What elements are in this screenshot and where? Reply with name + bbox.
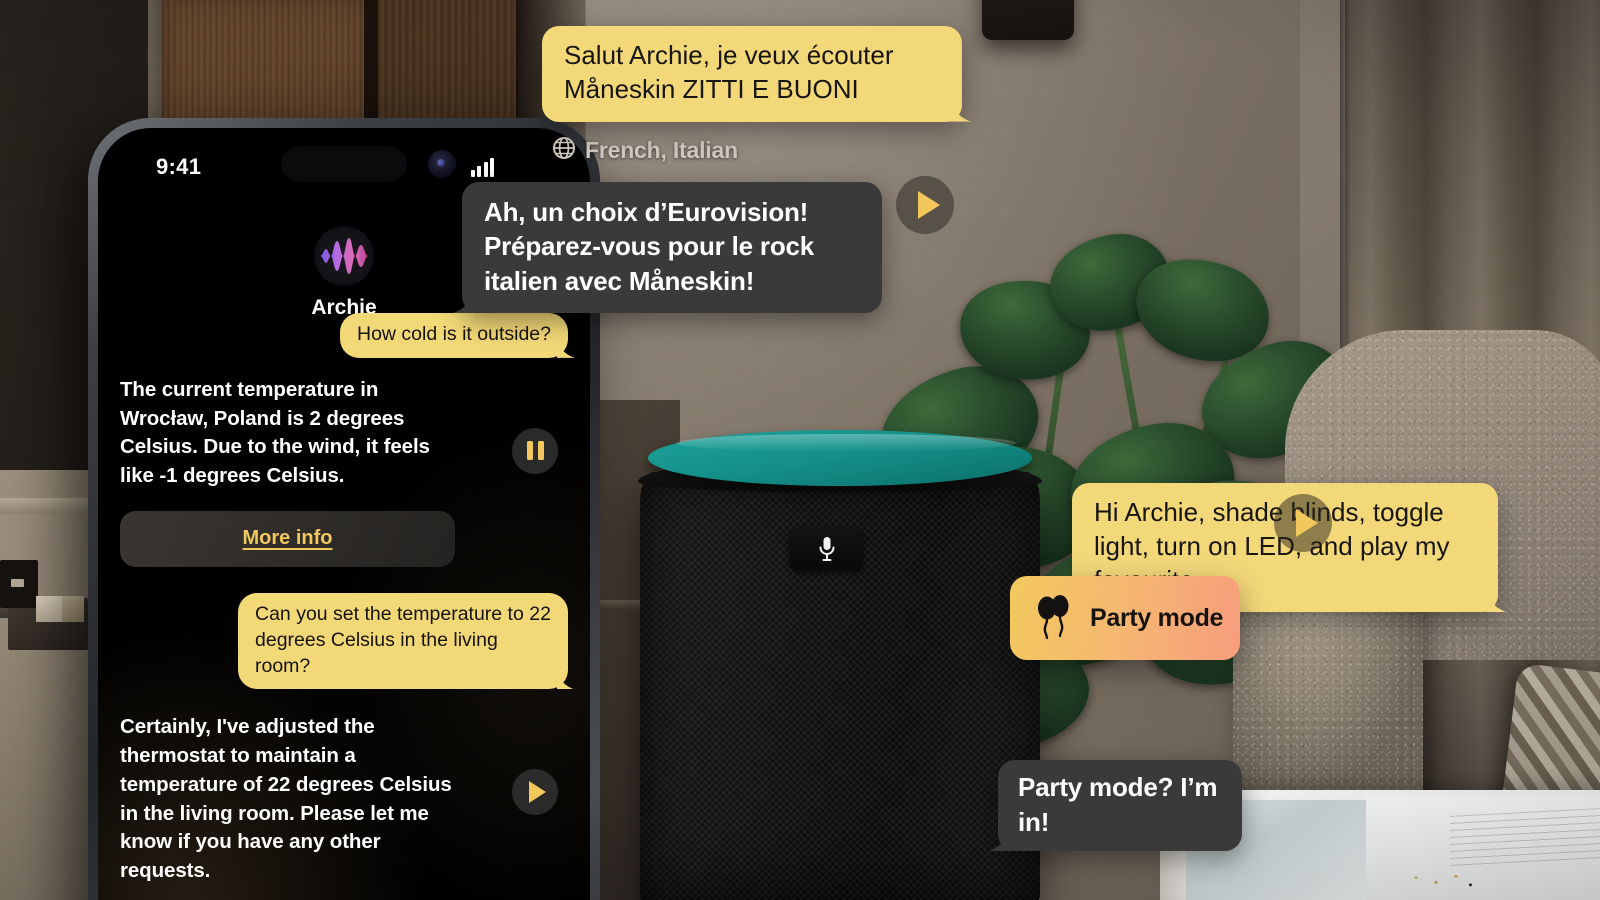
microphone-icon[interactable] <box>790 527 863 571</box>
language-indicator: French, Italian <box>552 136 962 166</box>
play-icon[interactable] <box>512 769 558 816</box>
party-mode-label: Party mode <box>1090 603 1224 632</box>
assistant-message-text: Certainly, I've adjusted the thermostat … <box>120 715 452 882</box>
left-black-box <box>0 560 38 608</box>
cellular-signal-icon <box>470 158 494 177</box>
speaker-top-ring <box>648 430 1032 486</box>
message-row-user: How cold is it outside? <box>120 313 568 358</box>
music-request-bubble[interactable]: Salut Archie, je veux écouter Måneskin Z… <box>542 26 962 122</box>
play-button-party-reply[interactable] <box>1274 494 1332 552</box>
assistant-message-text: The current temperature in Wrocław, Pola… <box>120 377 430 487</box>
message-row-assistant: Certainly, I've adjusted the thermostat … <box>120 713 568 885</box>
book-text-lines <box>1450 808 1600 868</box>
balloons-icon <box>1034 593 1074 644</box>
user-message-bubble[interactable]: How cold is it outside? <box>339 313 568 358</box>
music-reply-bubble[interactable]: Ah, un choix d’Eurovision! Préparez-vous… <box>462 182 882 313</box>
wall-mounted-panel <box>982 0 1074 40</box>
party-mode-card[interactable]: Party mode <box>1010 576 1240 660</box>
more-info-label: More info <box>242 527 333 550</box>
play-button-music-reply[interactable] <box>896 176 954 234</box>
globe-icon <box>552 136 576 166</box>
siri-waveform-icon <box>314 226 374 286</box>
table-snacks <box>1400 868 1480 892</box>
status-bar-time: 9:41 <box>156 154 202 179</box>
user-message-bubble[interactable]: Can you set the temperature to 22 degree… <box>238 592 568 690</box>
left-book-stack-2 <box>62 596 84 622</box>
pause-icon[interactable] <box>512 427 558 474</box>
more-info-button[interactable]: More info <box>120 510 455 567</box>
music-request-bubble-group: Salut Archie, je veux écouter Måneskin Z… <box>542 26 962 166</box>
message-row-user: Can you set the temperature to 22 degree… <box>120 592 568 690</box>
dynamic-island <box>281 146 407 182</box>
language-label: French, Italian <box>585 137 738 164</box>
message-row-assistant: The current temperature in Wrocław, Pola… <box>120 376 568 567</box>
conversation-list: How cold is it outside? The current temp… <box>98 313 590 900</box>
party-reply-bubble[interactable]: Party mode? I’m in! <box>998 760 1242 851</box>
smart-speaker[interactable] <box>638 430 1042 900</box>
front-camera-icon <box>428 150 456 178</box>
